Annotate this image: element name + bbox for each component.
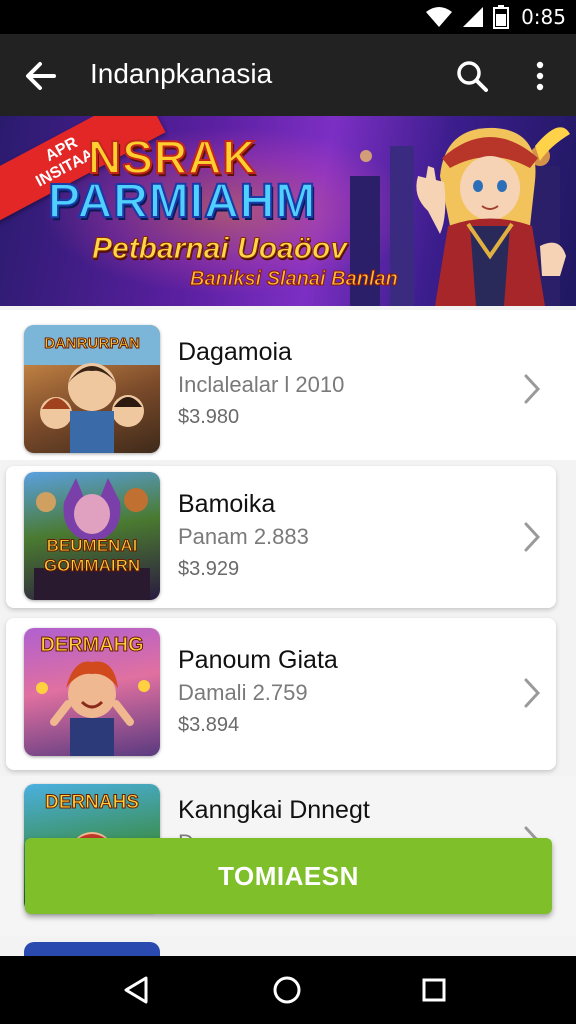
list-item[interactable]: BEUMENAI GOMMAIRN Bamoika Panam 2.883 $3… xyxy=(6,466,556,608)
item-title: Bamoika xyxy=(178,490,276,518)
thumbnail-label: GOMMAIRN xyxy=(43,556,141,576)
search-button[interactable] xyxy=(450,54,494,98)
back-button[interactable] xyxy=(18,54,62,98)
banner-subtitle: Petbarnai Uoaöov xyxy=(91,232,348,266)
chevron-right-icon xyxy=(524,678,541,708)
recents-square-icon xyxy=(422,978,446,1002)
chevron-right-icon xyxy=(524,522,541,552)
home-circle-icon xyxy=(273,976,301,1004)
promo-banner[interactable]: APR INSITAAR NSRAK PARMIAHM Petbarnai Uo… xyxy=(0,116,576,306)
list-item[interactable]: DANRURPAN Dagamoia Inclalealar l 2010 $3… xyxy=(0,310,576,460)
item-price: $3.929 xyxy=(178,558,240,580)
back-triangle-icon xyxy=(124,976,148,1004)
item-title: Dagamoia xyxy=(178,338,292,366)
thumbnail-label: DERMAHG xyxy=(40,634,144,657)
more-vert-icon xyxy=(536,61,544,91)
list-item[interactable]: DERMAHG Panoum Giata Damali 2.759 $3.894 xyxy=(6,618,556,770)
banner-hero-character xyxy=(416,127,570,306)
nav-recents-button[interactable] xyxy=(414,970,454,1010)
thumbnail-label: DERNAHS xyxy=(45,792,140,814)
item-title: Panoum Giata xyxy=(178,646,338,674)
item-price: $3.894 xyxy=(178,714,240,736)
system-nav-bar xyxy=(0,956,576,1024)
app-bar: Indanpkanasia xyxy=(0,34,576,116)
primary-action-button[interactable]: TOMIAESN xyxy=(25,838,552,914)
item-thumbnail: DERMAHG xyxy=(24,628,160,756)
page-title: Indanpkanasia xyxy=(90,58,273,89)
more-options-button[interactable] xyxy=(520,54,560,98)
back-arrow-icon xyxy=(26,62,56,90)
banner-tagline: Baniksi Slanai Banlan xyxy=(190,268,399,291)
thumbnail-label: DANRURPAN xyxy=(44,335,141,353)
search-icon xyxy=(457,61,488,92)
banner-title-line-2: PARMIAHM xyxy=(47,174,317,229)
wifi-icon xyxy=(426,7,453,27)
item-subtitle: Inclalealar l 2010 xyxy=(178,372,345,397)
signal-icon xyxy=(463,7,484,27)
battery-icon xyxy=(493,5,510,29)
nav-back-button[interactable] xyxy=(116,970,156,1010)
nav-home-button[interactable] xyxy=(267,970,307,1010)
status-icons: 0:85 xyxy=(425,0,566,34)
item-subtitle: Damali 2.759 xyxy=(178,680,308,705)
item-subtitle: Panam 2.883 xyxy=(178,524,309,549)
chevron-right-icon xyxy=(524,374,541,404)
item-thumbnail: BEUMENAI GOMMAIRN xyxy=(24,472,160,600)
status-bar: 0:85 xyxy=(0,0,576,34)
item-price: $3.980 xyxy=(178,406,240,428)
status-time: 0:85 xyxy=(521,5,566,29)
thumbnail-label: BEUMENAI xyxy=(46,536,138,556)
item-thumbnail: DANRURPAN xyxy=(24,325,160,453)
item-title: Kanngkai Dnnegt xyxy=(178,796,370,824)
list-item-peek xyxy=(24,942,160,956)
